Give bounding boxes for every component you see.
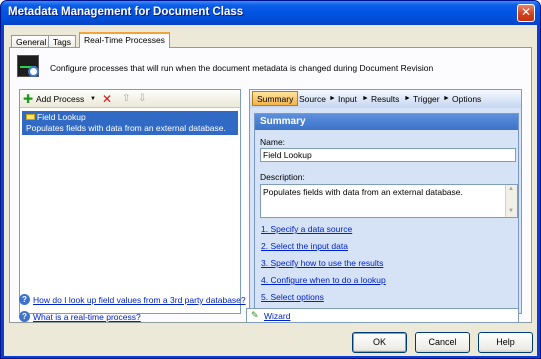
description-text: Populates fields with data from an exter… [263,187,463,197]
ok-button[interactable]: OK [352,332,407,353]
name-field[interactable]: Field Lookup [260,148,516,162]
process-detail-panel: Summary Source ► Input ► Results ► Trigg… [249,89,522,314]
help-link-row: ? How do I look up field values from a 3r… [19,294,246,306]
help-icon: ? [19,311,30,323]
description-field[interactable]: Populates fields with data from an exter… [260,184,518,218]
step-input[interactable]: Input [338,93,357,105]
step-link-input-data[interactable]: 2. Select the input data [261,241,348,251]
real-time-process-icon [17,55,39,77]
step-arrow-icon: ► [362,95,369,102]
close-button[interactable]: ✕ [517,4,535,22]
summary-heading: Summary [255,114,518,130]
summary-section: Summary Name: Field Lookup Description: … [254,113,519,312]
step-link-use-results[interactable]: 3. Specify how to use the results [261,258,383,268]
process-list-panel: ✚ Add Process ▼ ✕ ⇧ ⇩ Field Lookup Popul… [19,89,241,314]
dialog-window: Metadata Management for Document Class ✕… [0,0,541,359]
window-title: Metadata Management for Document Class [8,6,244,18]
step-source[interactable]: Source [299,93,326,105]
description-label: Description: [260,172,305,182]
process-list-item[interactable]: Field Lookup Populates fields with data … [22,111,238,135]
help-link-3rd-party-lookup[interactable]: How do I look up field values from a 3rd… [33,295,246,305]
cancel-button[interactable]: Cancel [415,332,470,353]
help-button[interactable]: Help [478,332,533,353]
step-link-options[interactable]: 5. Select options [261,292,324,302]
process-item-title: Field Lookup [37,112,86,122]
title-bar[interactable]: Metadata Management for Document Class ✕ [1,1,540,25]
step-results[interactable]: Results [371,93,399,105]
move-down-icon[interactable]: ⇩ [138,92,146,106]
step-arrow-icon: ► [404,95,411,102]
help-link-real-time-process[interactable]: What is a real-time process? [33,312,141,322]
help-icon: ? [19,294,30,306]
wizard-link-box: ✎ Wizard [246,308,519,323]
add-process-button[interactable]: Add Process [36,92,84,106]
move-up-icon[interactable]: ⇧ [122,92,130,106]
step-arrow-icon: ► [329,95,336,102]
wizard-icon: ✎ [251,310,259,320]
description-scrollbar[interactable]: ▲ ▼ [505,185,517,217]
step-summary[interactable]: Summary [252,91,299,106]
tab-real-time-processes[interactable]: Real-Time Processes [79,32,170,48]
dialog-client-area: General Tags Real-Time Processes Configu… [4,25,537,356]
header-description: Configure processes that will run when t… [50,63,434,73]
step-arrow-icon: ► [443,95,450,102]
step-link-data-source[interactable]: 1. Specify a data source [261,224,352,234]
wizard-link[interactable]: Wizard [264,311,290,321]
delete-process-icon[interactable]: ✕ [102,92,112,106]
help-link-row: ? What is a real-time process? [19,311,141,323]
scroll-up-icon: ▲ [508,186,514,192]
step-options[interactable]: Options [452,93,481,105]
process-item-description: Populates fields with data from an exter… [26,123,226,133]
process-toolbar: ✚ Add Process ▼ ✕ ⇧ ⇩ [20,90,240,108]
add-icon: ✚ [23,92,34,106]
name-label: Name: [260,137,286,147]
scroll-down-icon: ▼ [508,208,514,214]
process-item-icon [26,114,35,120]
step-trigger[interactable]: Trigger [413,93,440,105]
wizard-step-bar: Summary Source ► Input ► Results ► Trigg… [250,90,521,108]
add-process-dropdown-icon[interactable]: ▼ [90,92,96,106]
step-link-when-lookup[interactable]: 4. Configure when to do a lookup [261,275,386,285]
